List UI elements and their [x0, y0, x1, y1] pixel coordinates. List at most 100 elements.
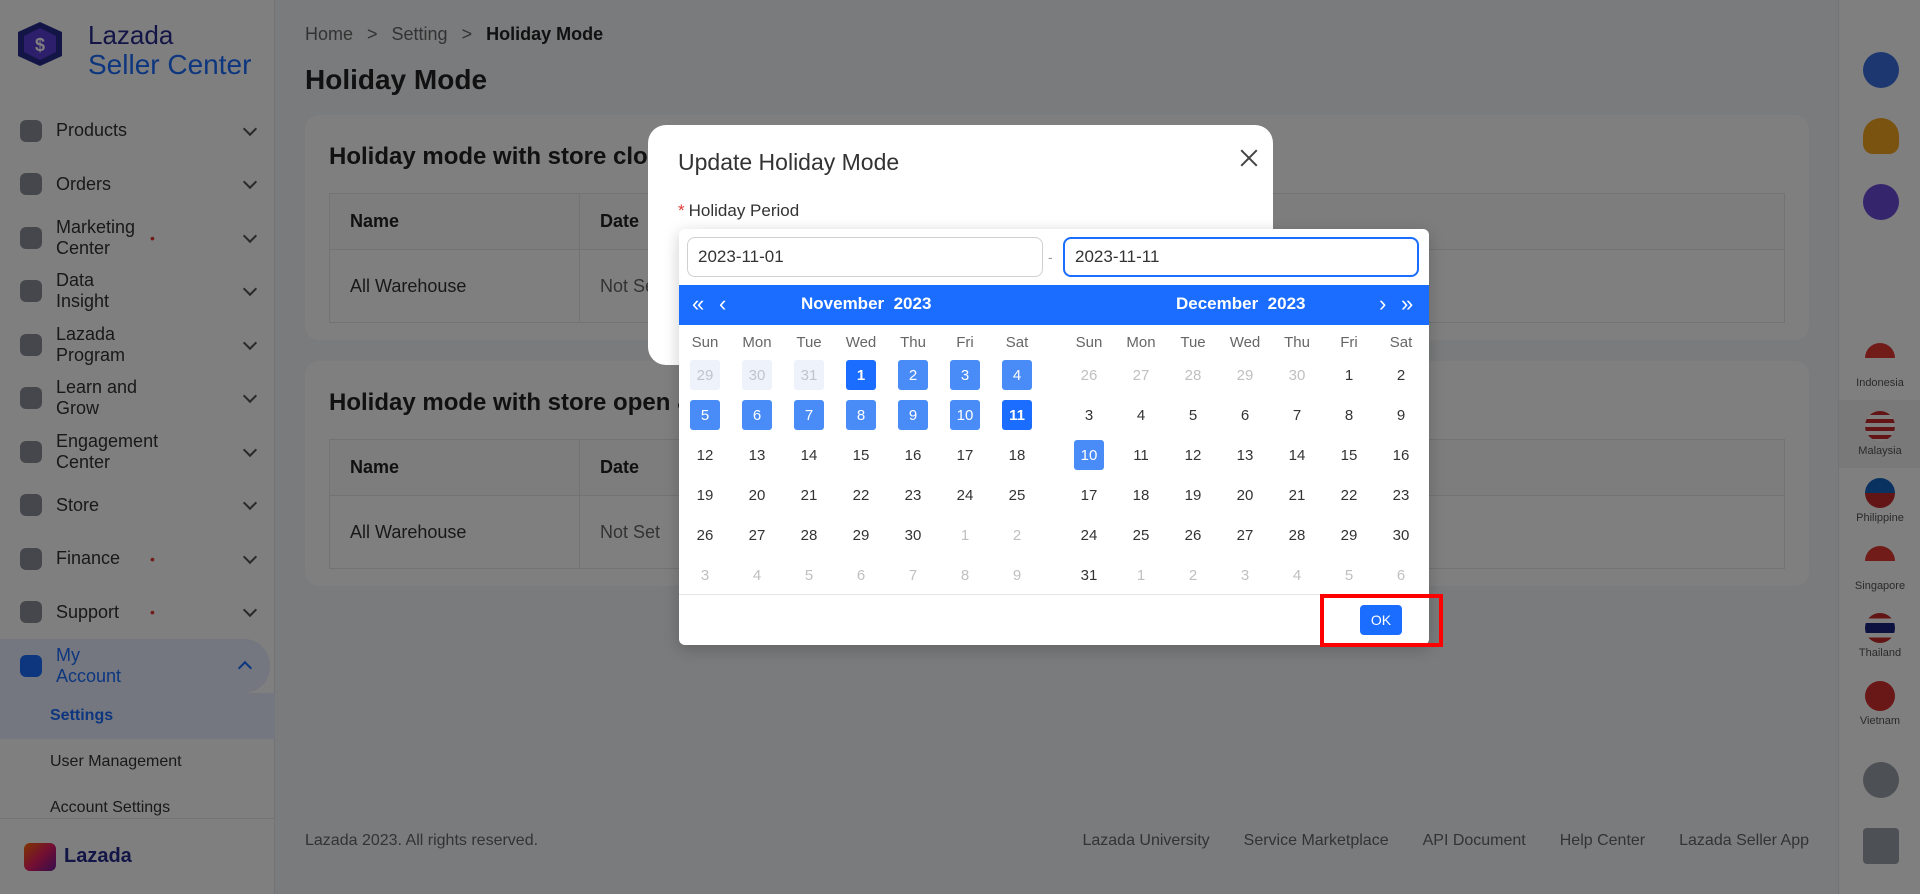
calendar-day[interactable]: 26	[1063, 360, 1115, 390]
weekday-label: Tue	[796, 333, 822, 351]
calendar-day[interactable]: 31	[1063, 560, 1115, 590]
calendar-day[interactable]: 11	[991, 400, 1043, 430]
calendar-day[interactable]: 19	[1167, 480, 1219, 510]
calendar-day[interactable]: 4	[731, 560, 783, 590]
calendar-day[interactable]: 3	[939, 360, 991, 390]
calendar-day[interactable]: 28	[1167, 360, 1219, 390]
calendar-day[interactable]: 2	[991, 520, 1043, 550]
calendar-day[interactable]: 5	[679, 400, 731, 430]
calendar-day[interactable]: 1	[1115, 560, 1167, 590]
calendar-day[interactable]: 4	[1271, 560, 1323, 590]
calendar-day[interactable]: 6	[835, 560, 887, 590]
left-month-title: November 2023	[801, 294, 932, 313]
calendar-day[interactable]: 7	[887, 560, 939, 590]
calendar-day[interactable]: 23	[1375, 480, 1427, 510]
calendar-day[interactable]: 15	[835, 440, 887, 470]
calendar-day[interactable]: 16	[887, 440, 939, 470]
calendar-day[interactable]: 5	[783, 560, 835, 590]
calendar-day[interactable]: 30	[731, 360, 783, 390]
calendar-day[interactable]: 2	[887, 360, 939, 390]
picker-footer: OK	[679, 594, 1429, 645]
calendar-day[interactable]: 24	[1063, 520, 1115, 550]
calendar-day[interactable]: 13	[1219, 440, 1271, 470]
calendar-day[interactable]: 16	[1375, 440, 1427, 470]
calendar-day[interactable]: 29	[1323, 520, 1375, 550]
calendar-day[interactable]: 20	[731, 480, 783, 510]
calendar-day[interactable]: 29	[835, 520, 887, 550]
calendar-day[interactable]: 30	[1375, 520, 1427, 550]
calendar-day[interactable]: 18	[991, 440, 1043, 470]
calendar-day[interactable]: 2	[1167, 560, 1219, 590]
calendar-day[interactable]: 11	[1115, 440, 1167, 470]
dialog-title: Update Holiday Mode	[678, 149, 900, 175]
close-icon[interactable]	[1236, 145, 1262, 171]
calendar-day[interactable]: 28	[783, 520, 835, 550]
calendar-day[interactable]: 12	[679, 440, 731, 470]
calendar-day[interactable]: 2	[1375, 360, 1427, 390]
calendar-day[interactable]: 29	[1219, 360, 1271, 390]
calendar-day[interactable]: 13	[731, 440, 783, 470]
next-year-icon[interactable]: »	[1401, 293, 1413, 315]
calendar-day[interactable]: 21	[783, 480, 835, 510]
calendar-day[interactable]: 7	[1271, 400, 1323, 430]
calendar-day[interactable]: 27	[1115, 360, 1167, 390]
calendar-day[interactable]: 29	[679, 360, 731, 390]
calendar-day[interactable]: 3	[1063, 400, 1115, 430]
calendar-day[interactable]: 10	[1063, 440, 1115, 470]
weekday-label: Thu	[1284, 333, 1310, 351]
calendar-day[interactable]: 17	[1063, 480, 1115, 510]
calendar-day[interactable]: 5	[1167, 400, 1219, 430]
calendar-day[interactable]: 27	[731, 520, 783, 550]
calendar-day[interactable]: 24	[939, 480, 991, 510]
calendar-day[interactable]: 26	[1167, 520, 1219, 550]
calendar-day[interactable]: 30	[1271, 360, 1323, 390]
calendar-week: 31 1 2 3 4 5 6	[1063, 555, 1427, 595]
calendar-day[interactable]: 6	[1219, 400, 1271, 430]
calendar-day[interactable]: 6	[1375, 560, 1427, 590]
calendar-day[interactable]: 20	[1219, 480, 1271, 510]
calendar-day[interactable]: 9	[887, 400, 939, 430]
calendar-day[interactable]: 1	[939, 520, 991, 550]
calendar-day[interactable]: 3	[1219, 560, 1271, 590]
calendar-day[interactable]: 14	[783, 440, 835, 470]
prev-month-icon[interactable]: ‹	[719, 293, 726, 315]
calendar-day[interactable]: 31	[783, 360, 835, 390]
calendar-day[interactable]: 4	[1115, 400, 1167, 430]
next-month-icon[interactable]: ›	[1379, 293, 1386, 315]
date-range-picker: 2023-11-01 - 2023-11-11 « ‹ November 202…	[679, 229, 1429, 645]
start-date-input[interactable]: 2023-11-01	[687, 237, 1043, 277]
calendar-day[interactable]: 8	[939, 560, 991, 590]
calendar-day[interactable]: 8	[835, 400, 887, 430]
end-date-input[interactable]: 2023-11-11	[1063, 237, 1419, 277]
calendar-day[interactable]: 7	[783, 400, 835, 430]
calendar-day[interactable]: 17	[939, 440, 991, 470]
calendar-day[interactable]: 19	[679, 480, 731, 510]
calendar-day[interactable]: 8	[1323, 400, 1375, 430]
calendar-day[interactable]: 6	[731, 400, 783, 430]
calendar-day[interactable]: 26	[679, 520, 731, 550]
calendar-day[interactable]: 22	[835, 480, 887, 510]
calendar-day[interactable]: 9	[991, 560, 1043, 590]
weekday-label: Tue	[1180, 333, 1206, 351]
prev-year-icon[interactable]: «	[692, 293, 704, 315]
calendar-day[interactable]: 25	[1115, 520, 1167, 550]
calendar-day[interactable]: 3	[679, 560, 731, 590]
calendar-day[interactable]: 18	[1115, 480, 1167, 510]
calendar-day[interactable]: 25	[991, 480, 1043, 510]
calendar-day[interactable]: 22	[1323, 480, 1375, 510]
calendar-day[interactable]: 4	[991, 360, 1043, 390]
required-marker: *	[678, 201, 685, 220]
calendar-day[interactable]: 21	[1271, 480, 1323, 510]
calendar-day[interactable]: 5	[1323, 560, 1375, 590]
calendar-day[interactable]: 23	[887, 480, 939, 510]
calendar-day[interactable]: 28	[1271, 520, 1323, 550]
calendar-day[interactable]: 30	[887, 520, 939, 550]
calendar-day[interactable]: 1	[1323, 360, 1375, 390]
calendar-day[interactable]: 10	[939, 400, 991, 430]
calendar-day[interactable]: 9	[1375, 400, 1427, 430]
calendar-day[interactable]: 15	[1323, 440, 1375, 470]
calendar-day[interactable]: 1	[835, 360, 887, 390]
calendar-day[interactable]: 12	[1167, 440, 1219, 470]
calendar-day[interactable]: 27	[1219, 520, 1271, 550]
calendar-day[interactable]: 14	[1271, 440, 1323, 470]
